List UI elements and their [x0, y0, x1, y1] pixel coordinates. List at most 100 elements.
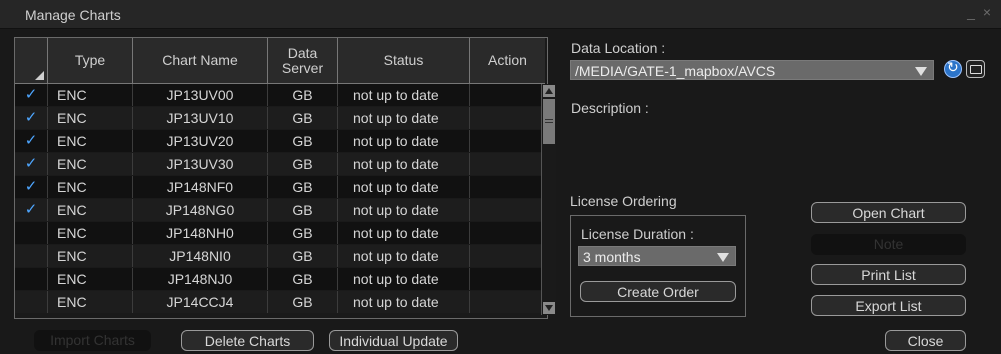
cell-data-server: GB — [268, 176, 338, 198]
table-row[interactable]: ENC JP148NI0 GB not up to date — [15, 245, 545, 267]
cell-status: not up to date — [338, 153, 470, 175]
cell-type: ENC — [48, 199, 133, 221]
cell-type: ENC — [48, 176, 133, 198]
header-action[interactable]: Action — [470, 38, 545, 83]
cell-action — [470, 245, 545, 267]
cell-chart-name: JP13UV20 — [133, 130, 268, 152]
description-label: Description : — [571, 100, 649, 116]
cell-data-server: GB — [268, 222, 338, 244]
check-icon[interactable]: ✓ — [15, 176, 48, 198]
open-chart-button[interactable]: Open Chart — [811, 202, 966, 223]
table-row[interactable]: ENC JP148NH0 GB not up to date — [15, 222, 545, 244]
cell-type: ENC — [48, 84, 133, 106]
cell-status: not up to date — [338, 222, 470, 244]
refresh-icon[interactable] — [944, 59, 962, 78]
cell-action — [470, 268, 545, 290]
license-duration-select[interactable]: 3 months — [578, 246, 736, 266]
cell-data-server: GB — [268, 153, 338, 175]
select-all-header[interactable] — [15, 38, 48, 83]
license-ordering-label: License Ordering — [570, 193, 677, 209]
table-row[interactable]: ✓ ENC JP13UV20 GB not up to date — [15, 130, 545, 152]
header-data-server-line1: Data — [287, 44, 318, 61]
cell-action — [470, 130, 545, 152]
scroll-thumb[interactable] — [543, 99, 555, 144]
cell-data-server: GB — [268, 199, 338, 221]
cell-chart-name: JP148NG0 — [133, 199, 268, 221]
cell-status: not up to date — [338, 84, 470, 106]
window-title: Manage Charts — [25, 7, 121, 23]
cell-data-server: GB — [268, 84, 338, 106]
cell-type: ENC — [48, 130, 133, 152]
table-row[interactable]: ✓ ENC JP148NF0 GB not up to date — [15, 176, 545, 198]
delete-charts-button[interactable]: Delete Charts — [181, 330, 314, 351]
scroll-down-icon[interactable] — [543, 302, 555, 314]
cell-action — [470, 84, 545, 106]
cell-chart-name: JP148NH0 — [133, 222, 268, 244]
cell-action — [470, 222, 545, 244]
check-icon[interactable]: ✓ — [15, 84, 48, 106]
check-icon[interactable]: ✓ — [15, 130, 48, 152]
cell-type: ENC — [48, 268, 133, 290]
chevron-down-icon — [717, 253, 729, 262]
cell-data-server: GB — [268, 107, 338, 129]
window-controls[interactable]: _ × — [967, 4, 993, 20]
cell-action — [470, 291, 545, 313]
print-list-button[interactable]: Print List — [811, 264, 966, 285]
sort-corner-icon — [35, 71, 44, 80]
cell-status: not up to date — [338, 245, 470, 267]
scroll-up-icon[interactable] — [543, 85, 555, 97]
cell-type: ENC — [48, 222, 133, 244]
individual-update-button[interactable]: Individual Update — [329, 330, 458, 351]
cell-chart-name: JP148NF0 — [133, 176, 268, 198]
table-header: Type Chart Name Data Server Status Actio… — [15, 38, 545, 84]
check-icon[interactable]: ✓ — [15, 199, 48, 221]
data-location-label: Data Location : — [571, 40, 666, 56]
cell-status: not up to date — [338, 107, 470, 129]
cell-status: not up to date — [338, 176, 470, 198]
header-chart-name[interactable]: Chart Name — [133, 38, 268, 83]
cell-status: not up to date — [338, 199, 470, 221]
folder-icon[interactable] — [966, 60, 985, 78]
table-row[interactable]: ENC JP14CCJ4 GB not up to date — [15, 291, 545, 313]
data-location-select[interactable]: /MEDIA/GATE-1_mapbox/AVCS — [570, 60, 934, 80]
header-data-server-line2: Server — [281, 59, 324, 76]
check-icon[interactable]: ✓ — [15, 107, 48, 129]
cell-data-server: GB — [268, 245, 338, 267]
check-icon[interactable]: ✓ — [15, 153, 48, 175]
close-button[interactable]: Close — [885, 330, 966, 351]
cell-action — [470, 176, 545, 198]
cell-chart-name: JP14CCJ4 — [133, 291, 268, 313]
license-duration-value: 3 months — [583, 249, 641, 265]
license-duration-label: License Duration : — [581, 226, 694, 242]
table-row[interactable]: ✓ ENC JP13UV10 GB not up to date — [15, 107, 545, 129]
header-status[interactable]: Status — [338, 38, 470, 83]
import-charts-button[interactable]: Import Charts — [34, 330, 151, 351]
cell-status: not up to date — [338, 268, 470, 290]
cell-type: ENC — [48, 291, 133, 313]
table-row[interactable]: ✓ ENC JP13UV30 GB not up to date — [15, 153, 545, 175]
cell-type: ENC — [48, 107, 133, 129]
row-select-cell[interactable] — [15, 268, 48, 290]
header-data-server[interactable]: Data Server — [268, 38, 338, 83]
header-type[interactable]: Type — [48, 38, 133, 83]
row-select-cell[interactable] — [15, 245, 48, 267]
create-order-button[interactable]: Create Order — [580, 281, 736, 302]
row-select-cell[interactable] — [15, 222, 48, 244]
table-scrollbar[interactable] — [541, 84, 556, 315]
chart-table: Type Chart Name Data Server Status Actio… — [14, 37, 548, 319]
manage-charts-window: Manage Charts _ × Type Chart Name Data S… — [0, 0, 1001, 354]
cell-type: ENC — [48, 153, 133, 175]
note-button[interactable]: Note — [811, 234, 966, 255]
cell-status: not up to date — [338, 291, 470, 313]
table-row[interactable]: ✓ ENC JP148NG0 GB not up to date — [15, 199, 545, 221]
row-select-cell[interactable] — [15, 291, 48, 313]
cell-type: ENC — [48, 245, 133, 267]
cell-action — [470, 107, 545, 129]
cell-chart-name: JP13UV10 — [133, 107, 268, 129]
table-row[interactable]: ENC JP148NJ0 GB not up to date — [15, 268, 545, 290]
export-list-button[interactable]: Export List — [811, 295, 966, 316]
cell-chart-name: JP148NI0 — [133, 245, 268, 267]
cell-chart-name: JP13UV30 — [133, 153, 268, 175]
title-bar: Manage Charts _ × — [0, 0, 1001, 29]
table-row[interactable]: ✓ ENC JP13UV00 GB not up to date — [15, 84, 545, 106]
